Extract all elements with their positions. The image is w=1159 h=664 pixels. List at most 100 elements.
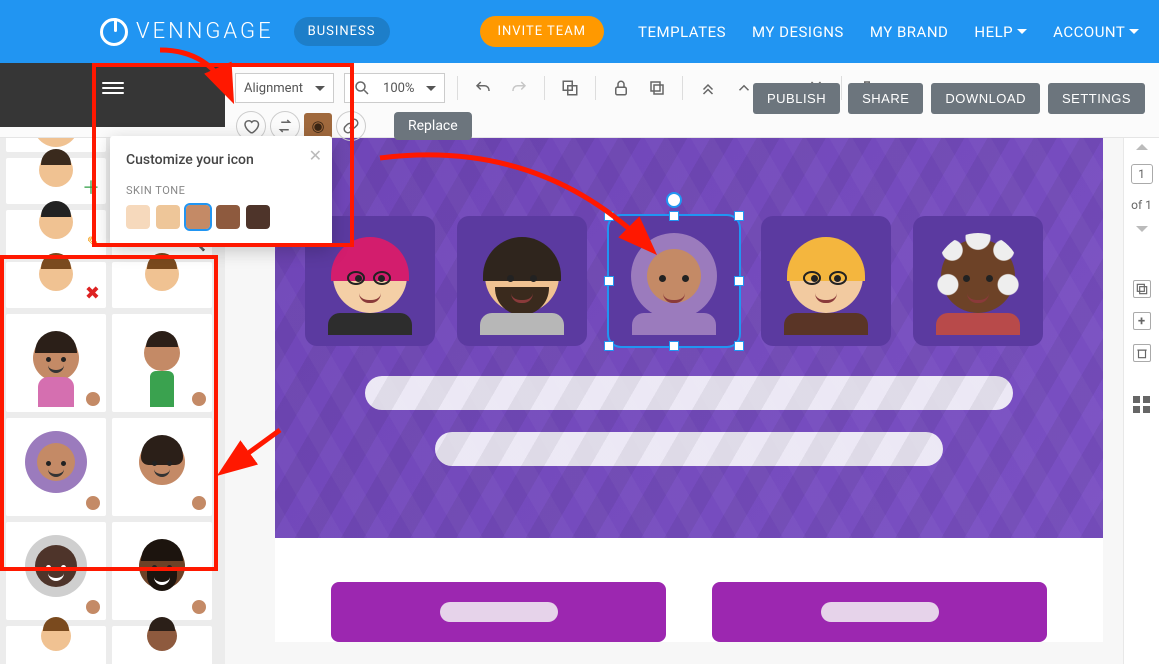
lock-icon [612, 79, 630, 97]
chevron-down-icon [1129, 29, 1139, 34]
toolbar: Alignment 100% ◉ Replace PUBLISH SHARE [0, 63, 1159, 138]
publish-button[interactable]: PUBLISH [753, 83, 840, 114]
add-page-button[interactable]: + [1133, 312, 1151, 330]
plan-badge[interactable]: BUSINESS [294, 17, 390, 46]
copy-icon [648, 79, 666, 97]
link-icon [342, 117, 360, 135]
chevron-up-icon [735, 79, 753, 97]
design-page[interactable] [275, 138, 1103, 642]
icon-tile[interactable] [6, 522, 106, 620]
skin-tone-badge-icon [84, 494, 102, 512]
icon-tile[interactable] [112, 522, 212, 620]
close-button[interactable]: ✕ [309, 146, 322, 165]
grid-view-button[interactable] [1133, 396, 1150, 413]
card[interactable] [712, 582, 1047, 642]
share-button[interactable]: SHARE [848, 83, 923, 114]
customize-icon-popover: ✕ Customize your icon SKIN TONE [110, 136, 332, 247]
droplet-icon: ◉ [311, 117, 324, 135]
page-number[interactable]: 1 [1131, 164, 1153, 184]
skin-tone-label: SKIN TONE [126, 184, 316, 197]
nav-help[interactable]: HELP [974, 23, 1027, 41]
skin-tone-badge-icon [84, 390, 102, 408]
copy-button[interactable] [644, 75, 670, 101]
zoom-dropdown[interactable]: 100% [344, 73, 445, 103]
alignment-dropdown[interactable]: Alignment [235, 73, 334, 103]
nav-my-designs[interactable]: MY DESIGNS [752, 23, 844, 41]
sidebar-toggle[interactable] [0, 63, 225, 127]
nav-templates[interactable]: TEMPLATES [638, 23, 726, 41]
heart-icon [242, 117, 260, 135]
icon-tile[interactable] [6, 418, 106, 516]
popover-title: Customize your icon [126, 152, 316, 168]
top-nav: VENNGAGE BUSINESS INVITE TEAM TEMPLATES … [0, 0, 1159, 63]
nav-my-brand[interactable]: MY BRAND [870, 23, 949, 41]
rotate-handle[interactable] [666, 192, 682, 208]
link-button[interactable] [336, 111, 366, 141]
chevron-down-icon [1017, 29, 1027, 34]
icon-tile[interactable] [112, 626, 212, 664]
skin-tone-badge-icon [190, 494, 208, 512]
icon-tile[interactable]: ✎ [6, 210, 106, 256]
skin-tone-badge-icon [190, 390, 208, 408]
icon-tile[interactable] [6, 314, 106, 412]
skin-tone-option[interactable] [186, 205, 210, 229]
canvas-avatar[interactable] [913, 216, 1043, 346]
pencil-badge-icon: ✎ [87, 233, 100, 252]
duplicate-page-button[interactable] [1133, 280, 1151, 298]
skin-tone-option[interactable] [246, 205, 270, 229]
brand-logo[interactable]: VENNGAGE [100, 18, 274, 46]
undo-icon [474, 79, 492, 97]
redo-button[interactable] [506, 75, 532, 101]
avatar-row [275, 138, 1103, 346]
remove-badge-icon: ✖ [85, 283, 100, 304]
delete-page-button[interactable] [1133, 344, 1151, 362]
settings-button[interactable]: SETTINGS [1048, 83, 1145, 114]
trash-icon [1135, 346, 1149, 360]
chevron-down-icon [315, 86, 325, 91]
card-text-placeholder [440, 602, 558, 622]
action-buttons: PUBLISH SHARE DOWNLOAD SETTINGS [753, 83, 1145, 114]
invite-team-button[interactable]: INVITE TEAM [480, 16, 605, 47]
chevron-down-icon [426, 86, 436, 91]
replace-button[interactable]: Replace [394, 112, 472, 140]
plus-badge-icon: ＋ [82, 174, 100, 200]
page-prev-button[interactable] [1136, 144, 1148, 150]
skin-tone-option[interactable] [216, 205, 240, 229]
icon-tile[interactable] [112, 262, 212, 308]
logo-icon [100, 18, 128, 46]
skin-tone-badge-icon [84, 598, 102, 616]
group-icon [561, 79, 579, 97]
group-button[interactable] [557, 75, 583, 101]
brand-name: VENNGAGE [136, 19, 274, 44]
nav-links: TEMPLATES MY DESIGNS MY BRAND HELP ACCOU… [638, 23, 1139, 41]
download-button[interactable]: DOWNLOAD [931, 83, 1040, 114]
undo-button[interactable] [470, 75, 496, 101]
icon-tile[interactable] [6, 626, 106, 664]
page-next-button[interactable] [1136, 226, 1148, 232]
icon-tile[interactable]: ＋ [6, 158, 106, 204]
canvas-avatar[interactable] [761, 216, 891, 346]
alignment-label: Alignment [244, 81, 303, 96]
canvas-avatar[interactable] [609, 216, 739, 346]
icon-tile[interactable] [112, 314, 212, 412]
skin-tone-option[interactable] [156, 205, 180, 229]
canvas-area[interactable] [225, 138, 1159, 664]
lock-button[interactable] [608, 75, 634, 101]
skin-tone-option[interactable] [126, 205, 150, 229]
icon-tile[interactable]: ✖ [6, 262, 106, 308]
hero-section [275, 138, 1103, 538]
card[interactable] [331, 582, 666, 642]
nav-account[interactable]: ACCOUNT [1053, 23, 1139, 41]
cards-row [275, 538, 1103, 642]
canvas-avatar[interactable] [457, 216, 587, 346]
swap-icon [276, 117, 294, 135]
zoom-label: 100% [383, 81, 414, 96]
page-count-label: of 1 [1131, 198, 1152, 212]
card-text-placeholder [821, 602, 939, 622]
skin-tone-picker [126, 205, 316, 229]
page-navigator: 1 of 1 + [1123, 138, 1159, 664]
icon-tile[interactable] [112, 418, 212, 516]
layer-top-button[interactable] [695, 75, 721, 101]
copy-icon [1135, 282, 1149, 296]
double-chevron-up-icon [699, 79, 717, 97]
